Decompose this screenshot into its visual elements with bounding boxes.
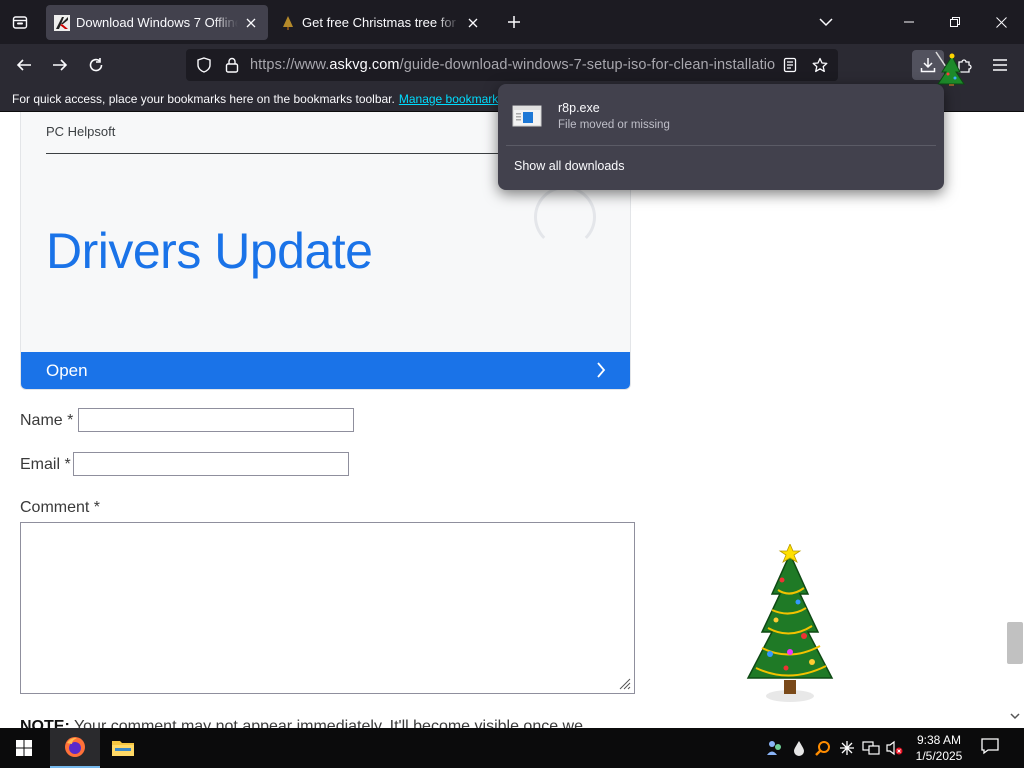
show-all-downloads-button[interactable]: Show all downloads: [514, 159, 625, 173]
windows-taskbar: 9:38 AM 1/5/2025: [0, 728, 1024, 768]
tab-title: Download Windows 7 Offline ISO: [76, 15, 238, 30]
manage-bookmarks-link[interactable]: Manage bookmarks: [399, 92, 504, 106]
ad-divider: [46, 153, 516, 154]
firefox-icon: [65, 737, 85, 757]
arrow-left-icon: [16, 59, 31, 71]
tab-bar: Download Windows 7 Offline ISO Get free …: [0, 0, 1024, 44]
snowflake-tray-icon[interactable]: [838, 739, 856, 757]
close-window-button[interactable]: [978, 0, 1024, 44]
download-file-name: r8p.exe: [558, 101, 600, 115]
reader-view-icon[interactable]: [776, 51, 804, 79]
page-content: PC Helpsoft Drivers Update Open Name * E…: [0, 112, 1024, 728]
network-people-tray-icon[interactable]: [766, 739, 784, 757]
bookmarks-empty-message: For quick access, place your bookmarks h…: [12, 91, 395, 106]
downloads-panel: r8p.exe File moved or missing Show all d…: [498, 84, 944, 190]
start-button[interactable]: [0, 728, 48, 768]
address-bar[interactable]: https://www.askvg.com/guide-download-win…: [186, 49, 838, 81]
navigation-toolbar: https://www.askvg.com/guide-download-win…: [0, 44, 1024, 86]
windows-logo-icon: [16, 740, 32, 756]
close-icon: [995, 16, 1007, 28]
lock-icon[interactable]: [218, 51, 246, 79]
restore-button[interactable]: [932, 0, 978, 44]
clock-time: 9:38 AM: [916, 733, 962, 747]
volume-muted-icon[interactable]: [886, 739, 904, 757]
firefox-view-button[interactable]: [6, 8, 34, 36]
firefox-view-icon: [12, 16, 28, 29]
email-input[interactable]: [73, 452, 349, 476]
ad-open-button[interactable]: Open: [21, 352, 630, 389]
tab-christmas-tree[interactable]: Get free Christmas tree for your: [272, 5, 490, 40]
url-text[interactable]: https://www.askvg.com/guide-download-win…: [250, 57, 776, 73]
system-clock[interactable]: 9:38 AM 1/5/2025: [908, 732, 970, 764]
minimize-icon: [904, 21, 914, 23]
restore-icon: [950, 17, 960, 27]
notification-icon: [981, 738, 999, 755]
note-bold: NOTE:: [20, 718, 70, 728]
close-tab-icon[interactable]: [242, 14, 260, 32]
tracking-protection-shield-icon[interactable]: [190, 51, 218, 79]
askvg-favicon-icon: [54, 14, 70, 31]
new-tab-button[interactable]: [502, 10, 526, 34]
name-label: Name *: [20, 412, 74, 429]
app-menu-button[interactable]: [985, 50, 1015, 80]
reload-icon: [89, 58, 103, 72]
name-input[interactable]: [78, 408, 354, 432]
plus-icon: [508, 16, 520, 28]
minimize-button[interactable]: [886, 0, 932, 44]
list-all-tabs-button[interactable]: [814, 10, 838, 34]
loading-spinner-icon: [534, 186, 596, 248]
taskbar-file-explorer[interactable]: [98, 728, 148, 768]
action-center-button[interactable]: [980, 736, 1004, 760]
scroll-down-arrow-icon[interactable]: [1010, 712, 1020, 720]
forward-button[interactable]: [45, 50, 75, 80]
chevron-down-icon: [819, 18, 833, 27]
bookmark-star-icon[interactable]: [806, 51, 834, 79]
url-domain: askvg.com: [329, 57, 400, 73]
network-tray-icon[interactable]: [862, 739, 880, 757]
arrow-right-icon: [53, 59, 68, 71]
tab-windows7-download[interactable]: Download Windows 7 Offline ISO: [46, 5, 268, 40]
downloads-divider: [506, 145, 936, 146]
comment-note: NOTE: Your comment may not appear immedi…: [20, 718, 583, 728]
url-prefix: https://www.: [250, 57, 330, 73]
close-tab-icon[interactable]: [464, 14, 482, 32]
tab-title: Get free Christmas tree for your: [302, 15, 460, 30]
chevron-right-icon: [597, 362, 606, 378]
search-magnifier-tray-icon[interactable]: [814, 739, 832, 757]
note-text: Your comment may not appear immediately.…: [69, 718, 584, 728]
vertical-scrollbar[interactable]: [1006, 112, 1024, 728]
scrollbar-thumb[interactable]: [1007, 622, 1023, 664]
reload-button[interactable]: [81, 50, 111, 80]
resize-grip-icon[interactable]: [617, 676, 631, 690]
christmas-tree-image[interactable]: [742, 544, 838, 706]
hamburger-menu-icon: [993, 59, 1007, 71]
download-info: r8p.exe File moved or missing: [558, 101, 670, 131]
executable-file-icon: [512, 105, 542, 127]
url-path: /guide-download-windows-7-setup-iso-for-…: [399, 57, 776, 73]
email-label: Email *: [20, 456, 71, 473]
comment-label: Comment *: [20, 499, 101, 516]
taskbar-firefox[interactable]: [50, 728, 100, 768]
folder-icon: [112, 741, 134, 756]
ad-headline: Drivers Update: [46, 223, 373, 279]
download-item[interactable]: r8p.exe File moved or missing: [504, 90, 938, 142]
comment-textarea[interactable]: [20, 522, 635, 694]
christmas-tree-favicon-icon: [280, 15, 296, 31]
ad-brand: PC Helpsoft: [46, 124, 116, 139]
ad-open-label: Open: [46, 361, 88, 380]
water-drop-tray-icon[interactable]: [790, 739, 808, 757]
back-button[interactable]: [9, 50, 39, 80]
download-status: File moved or missing: [558, 119, 670, 131]
clock-date: 1/5/2025: [915, 749, 963, 763]
